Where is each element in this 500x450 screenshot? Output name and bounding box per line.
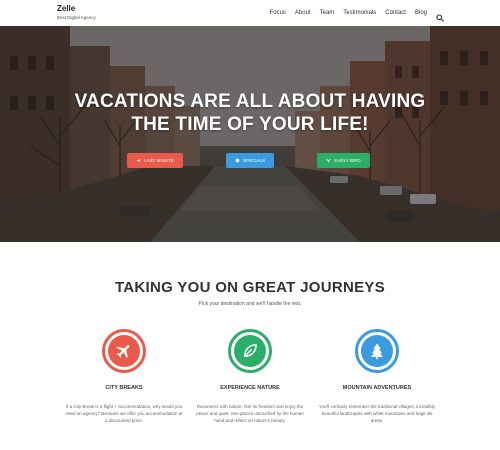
mountain-adventures-icon-ring[interactable] [355,329,399,373]
section-subtitle: Pick your destination and we'll handle t… [198,301,302,307]
brand-tagline: Best Digital Agency [57,15,96,20]
feature-text: Reconnect with nature, feel its freedom … [196,404,304,423]
plane-icon [136,158,141,163]
hero-title-line-2: THE TIME OF YOUR LIFE! [131,114,369,135]
specials-button[interactable]: SPECIALS [226,153,274,168]
specials-label: SPECIALS [242,158,265,163]
leaf-icon [234,335,266,367]
site-header: Zelle Best Digital Agency Focus About Te… [0,0,500,26]
nav-item-about[interactable]: About [295,10,311,16]
bird-icon [326,158,332,163]
main-nav: Focus About Team Testimonials Contact Bl… [270,9,444,22]
brand[interactable]: Zelle Best Digital Agency [57,4,96,20]
hero-title-line-1: VACATIONS ARE ALL ABOUT HAVING [74,91,426,112]
feature-title: MOUNTAIN ADVENTURES [342,385,412,391]
search-icon[interactable] [436,9,444,22]
hero-buttons: LAST MINUTE SPECIALS EARLY BIRD [0,153,500,168]
feature-experience-nature: EXPERIENCE NATURE Reconnect with nature,… [185,329,315,424]
hero-banner: VACATIONS ARE ALL ABOUT HAVING THE TIME … [0,26,500,242]
city-breaks-icon-ring[interactable] [102,329,146,373]
last-minute-button[interactable]: LAST MINUTE [127,153,183,168]
early-bird-label: EARLY BIRD [334,158,361,163]
pine-tree-icon [361,335,393,367]
section-title: TAKING YOU ON GREAT JOURNEYS [114,279,386,296]
nav-item-contact[interactable]: Contact [385,10,406,16]
brand-name[interactable]: Zelle [57,4,96,13]
nav-item-focus[interactable]: Focus [270,10,286,16]
feature-text: If a City Break is a flight + accommodat… [65,404,183,423]
last-minute-label: LAST MINUTE [144,158,174,163]
feature-title: EXPERIENCE NATURE [220,385,280,391]
early-bird-button[interactable]: EARLY BIRD [317,153,370,168]
feature-city-breaks: CITY BREAKS If a City Break is a flight … [59,329,189,424]
nav-item-blog[interactable]: Blog [415,10,427,16]
nav-item-testimonials[interactable]: Testimonials [343,10,376,16]
experience-nature-icon-ring[interactable] [228,329,272,373]
feature-title: CITY BREAKS [105,385,143,391]
feature-text: You'll certainly remember the traditiona… [318,404,436,423]
airplane-icon [108,335,140,367]
hero-title: VACATIONS ARE ALL ABOUT HAVING THE TIME … [0,90,500,136]
star-icon [235,158,240,163]
nav-item-team[interactable]: Team [320,10,335,16]
feature-mountain-adventures: MOUNTAIN ADVENTURES You'll certainly rem… [312,329,442,424]
